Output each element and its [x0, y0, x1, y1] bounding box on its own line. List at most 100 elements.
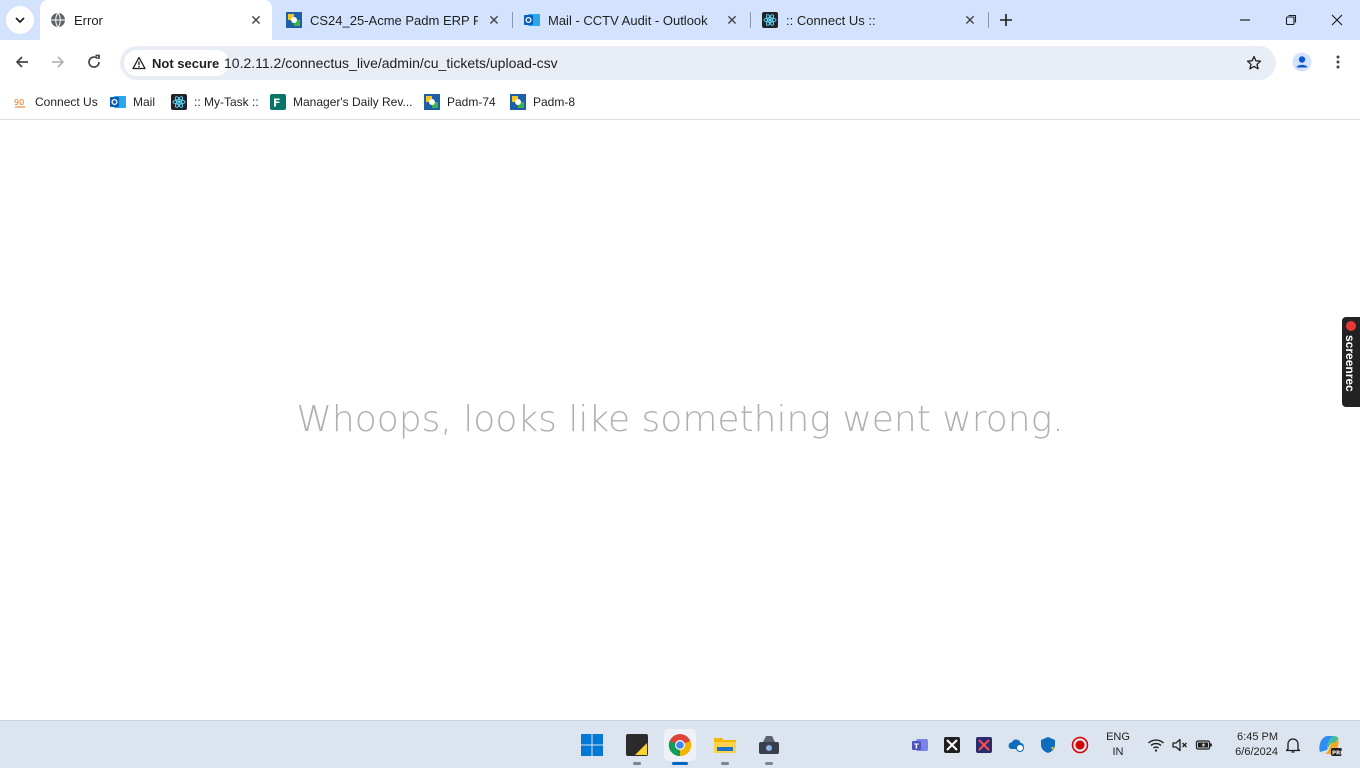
tab-search-button[interactable] [6, 6, 34, 34]
tab-padm-erp[interactable]: CS24_25-Acme Padm ERP Platfo ✕ [276, 0, 508, 40]
react-icon [171, 94, 187, 110]
close-window-button[interactable] [1325, 8, 1349, 32]
taskbar-sticky-notes[interactable] [621, 729, 653, 765]
profile-button[interactable] [1290, 50, 1314, 74]
tray-recorder[interactable] [1070, 735, 1090, 755]
tray-app-icon [944, 737, 960, 753]
running-indicator [765, 762, 773, 765]
tab-title: Mail - CCTV Audit - Outlook [548, 13, 708, 28]
tab-separator [512, 12, 513, 28]
bookmark-label: Padm-74 [447, 95, 496, 109]
screenrec-label: screenrec [1343, 335, 1357, 392]
bookmark-label: Connect Us [35, 95, 98, 109]
tab-outlook-mail[interactable]: Mail - CCTV Audit - Outlook ✕ [514, 0, 748, 40]
taskbar-chrome[interactable] [664, 729, 696, 765]
bookmark-connect-us[interactable]: 90 Connect Us [12, 91, 98, 113]
notifications-button[interactable] [1283, 735, 1303, 755]
bookmark-star-button[interactable] [1244, 53, 1264, 73]
tray-teams[interactable]: T [910, 735, 930, 755]
tool-app-icon [759, 736, 779, 754]
tray-battery[interactable] [1194, 735, 1214, 755]
bookmark-padm-8[interactable]: Padm-8 [510, 91, 575, 113]
windows-taskbar: T ENG IN 6:45 PM 6/6/2024 PRE [0, 720, 1360, 768]
star-icon [1246, 55, 1262, 70]
windows-logo-icon [581, 734, 603, 756]
address-bar[interactable]: Not secure 10.2.11.2/connectus_live/admi… [120, 46, 1276, 80]
tab-title: Error [74, 13, 103, 28]
close-tab-icon[interactable]: ✕ [724, 12, 740, 28]
teams-icon: T [912, 739, 928, 751]
padm-icon [424, 94, 440, 110]
active-indicator [672, 762, 688, 765]
security-chip[interactable]: Not secure [124, 50, 230, 76]
record-dot-icon [1346, 321, 1356, 331]
svg-text:PRE: PRE [1332, 751, 1342, 757]
back-button[interactable] [10, 50, 34, 74]
forward-button[interactable] [46, 50, 70, 74]
tray-onedrive[interactable] [1006, 735, 1026, 755]
sticky-notes-icon [626, 734, 648, 756]
react-icon [762, 12, 778, 28]
svg-text:90: 90 [14, 98, 24, 107]
browser-menu-button[interactable] [1326, 50, 1350, 74]
close-icon [1331, 14, 1343, 26]
url-text[interactable]: 10.2.11.2/connectus_live/admin/cu_ticket… [224, 55, 558, 71]
security-label: Not secure [152, 55, 220, 71]
close-tab-icon[interactable]: ✕ [248, 12, 264, 28]
warning-icon [132, 56, 146, 70]
tab-separator [988, 12, 989, 28]
taskbar-file-explorer[interactable] [709, 729, 741, 765]
minimize-button[interactable] [1233, 8, 1257, 32]
tray-volume[interactable] [1170, 735, 1190, 755]
tray-app-2[interactable] [942, 735, 962, 755]
restore-button[interactable] [1279, 8, 1303, 32]
forms-icon: F [270, 94, 286, 110]
chrome-icon [668, 734, 692, 757]
start-button[interactable] [576, 729, 608, 761]
avatar-icon [1292, 52, 1312, 72]
plus-icon [1000, 14, 1012, 26]
tray-app-3[interactable] [974, 735, 994, 755]
arrow-left-icon [15, 56, 28, 68]
connectus-icon: 90 [12, 94, 28, 110]
outlook-icon [110, 94, 126, 110]
clock-time: 6:45 PM [1237, 731, 1278, 743]
reload-button[interactable] [82, 50, 106, 74]
outlook-icon [524, 14, 540, 26]
copilot-icon: PRE [1319, 736, 1342, 757]
running-indicator [721, 762, 729, 765]
bookmark-label: :: My-Task :: [194, 95, 259, 109]
clock-date: 6/6/2024 [1235, 746, 1278, 758]
bookmark-label: Manager's Daily Rev... [293, 95, 413, 109]
tab-connect-us[interactable]: :: Connect Us :: ✕ [752, 0, 986, 40]
tray-wifi[interactable] [1146, 735, 1166, 755]
system-clock[interactable]: 6:45 PM 6/6/2024 [1222, 730, 1278, 760]
close-tab-icon[interactable]: ✕ [486, 12, 502, 28]
volume-muted-icon [1172, 738, 1187, 752]
bookmark-label: Padm-8 [533, 95, 576, 109]
screenrec-widget[interactable]: screenrec [1342, 317, 1360, 407]
record-icon [1071, 736, 1089, 754]
region-code: IN [1112, 746, 1124, 758]
language-indicator[interactable]: ENG IN [1104, 730, 1132, 760]
shield-icon [1041, 737, 1055, 753]
reload-icon [88, 54, 100, 68]
tray-app-icon [976, 737, 992, 753]
page-content: Whoops, looks like something went wrong.… [0, 121, 1360, 720]
bookmark-managers-daily-review[interactable]: F Manager's Daily Rev... [270, 91, 412, 113]
arrow-right-icon [52, 56, 65, 68]
tray-security[interactable] [1038, 735, 1058, 755]
taskbar-app-tool[interactable] [753, 729, 785, 765]
bookmark-my-task[interactable]: :: My-Task :: [171, 91, 259, 113]
padm-icon [510, 94, 526, 110]
tab-title: CS24_25-Acme Padm ERP Platfo [310, 13, 478, 28]
more-vertical-icon [1336, 55, 1340, 69]
tab-error[interactable]: Error ✕ [40, 0, 272, 40]
bookmark-mail[interactable]: Mail [110, 91, 155, 113]
new-tab-button[interactable] [994, 8, 1018, 32]
close-tab-icon[interactable]: ✕ [962, 12, 978, 28]
bookmark-padm-74[interactable]: Padm-74 [424, 91, 496, 113]
language-code: ENG [1106, 731, 1130, 743]
browser-toolbar: Not secure 10.2.11.2/connectus_live/admi… [0, 40, 1360, 84]
copilot-button[interactable]: PRE [1316, 732, 1342, 758]
